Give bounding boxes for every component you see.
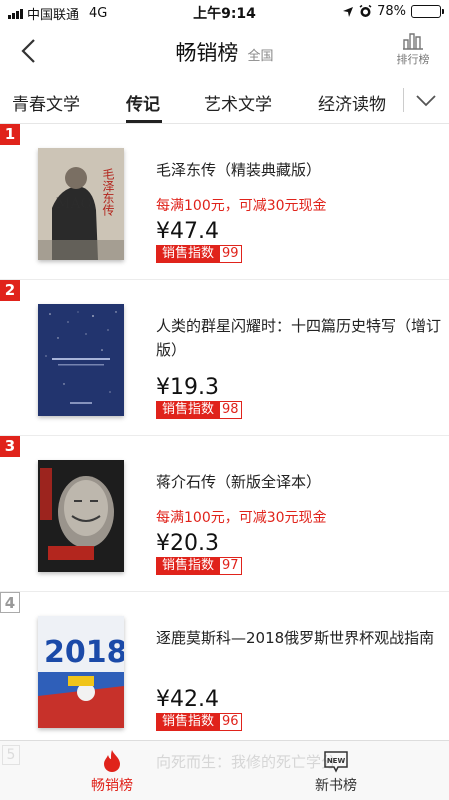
sales-index-label: 销售指数 bbox=[156, 557, 221, 575]
price: ¥20.3 bbox=[156, 531, 219, 556]
rank-badge: 1 bbox=[0, 124, 20, 145]
book-cover[interactable] bbox=[38, 460, 124, 572]
sales-index-value: 97 bbox=[220, 557, 242, 575]
tab-art-literature[interactable]: 艺术文学 bbox=[204, 90, 272, 115]
book-title[interactable]: 人类的群星闪耀时：十四篇历史特写（增订版） bbox=[156, 314, 441, 362]
list-item[interactable]: 4 2018 逐鹿莫斯科—2018俄罗斯世界杯观战指南 ¥42.4 销售指数 9… bbox=[0, 592, 449, 748]
alarm-icon bbox=[359, 5, 372, 17]
list-item[interactable]: 2 人类的群星闪耀时：十四篇历史特写（增订版） ¥19.3 销售指数 98 bbox=[0, 280, 449, 436]
rank-badge: 4 bbox=[0, 592, 20, 613]
ranking-button[interactable]: 排行榜 bbox=[391, 32, 435, 67]
sales-index-value: 96 bbox=[220, 713, 242, 731]
chevron-down-icon[interactable] bbox=[414, 90, 438, 110]
sales-index-label: 销售指数 bbox=[156, 401, 221, 419]
price: ¥19.3 bbox=[156, 375, 219, 400]
new-badge-text: NEW bbox=[327, 757, 346, 765]
price: ¥42.4 bbox=[156, 687, 219, 712]
location-icon bbox=[343, 6, 354, 17]
sales-index-label: 销售指数 bbox=[156, 713, 221, 731]
book-cover[interactable]: MAO 毛泽东传 bbox=[38, 148, 124, 260]
region-label[interactable]: 全国 bbox=[248, 49, 274, 64]
rank-badge: 3 bbox=[0, 436, 20, 457]
book-title[interactable]: 毛泽东传（精装典藏版） bbox=[156, 158, 441, 182]
book-cover[interactable] bbox=[38, 304, 124, 416]
ranking-label: 排行榜 bbox=[396, 53, 430, 66]
bar-chart-icon bbox=[403, 33, 423, 50]
page-title-text: 畅销榜 bbox=[175, 41, 239, 65]
book-cover[interactable]: 2018 bbox=[38, 616, 124, 728]
list-item[interactable]: 1 MAO 毛泽东传 毛泽东传（精装典藏版） 每满100元，可减30元现金 ¥4… bbox=[0, 124, 449, 280]
rank-badge: 5 bbox=[2, 745, 20, 765]
sales-index-value: 99 bbox=[220, 245, 242, 263]
sales-index: 销售指数 96 bbox=[156, 713, 242, 731]
book-title[interactable]: 逐鹿莫斯科—2018俄罗斯世界杯观战指南 bbox=[156, 626, 441, 650]
tab-bestseller[interactable]: 畅销榜 bbox=[62, 749, 162, 795]
tab-economics[interactable]: 经济读物 bbox=[318, 90, 386, 115]
cover-chars: 毛泽东传 bbox=[101, 168, 115, 216]
sales-index: 销售指数 97 bbox=[156, 557, 242, 575]
bottom-tab-bar: 5 向死而生：我修的死亡学分 畅销榜 NEW 新书榜 bbox=[0, 740, 449, 800]
cover-latin: MAO bbox=[56, 196, 92, 212]
rank-badge: 2 bbox=[0, 280, 20, 301]
new-badge-icon: NEW bbox=[324, 751, 348, 773]
tab-new-books-label: 新书榜 bbox=[315, 778, 357, 794]
sales-index-value: 98 bbox=[220, 401, 242, 419]
active-tab-indicator bbox=[126, 120, 162, 123]
promo-text: 每满100元，可减30元现金 bbox=[156, 510, 327, 526]
tab-bestseller-label: 畅销榜 bbox=[91, 778, 133, 794]
tab-new-books[interactable]: NEW 新书榜 bbox=[286, 749, 386, 795]
nav-bar: 畅销榜 全国 排行榜 bbox=[0, 24, 449, 78]
cover-year: 2018 bbox=[44, 635, 124, 670]
category-tabs: 青春文学 传记 艺术文学 经济读物 bbox=[0, 78, 449, 124]
page-title: 畅销榜 全国 bbox=[0, 37, 449, 67]
book-title[interactable]: 蒋介石传（新版全译本） bbox=[156, 470, 441, 494]
list-item[interactable]: 3 蒋介石传（新版全译本） 每满100元，可减30元现金 ¥20.3 销售指数 … bbox=[0, 436, 449, 592]
tab-biography[interactable]: 传记 bbox=[126, 90, 160, 115]
status-bar: 中国联通 4G 上午9:14 78% bbox=[0, 0, 449, 24]
sales-index-label: 销售指数 bbox=[156, 245, 221, 263]
battery-icon bbox=[411, 5, 444, 18]
price: ¥47.4 bbox=[156, 219, 219, 244]
sales-index: 销售指数 99 bbox=[156, 245, 242, 263]
promo-text: 每满100元，可减30元现金 bbox=[156, 198, 327, 214]
tab-divider bbox=[403, 88, 404, 112]
battery-label: 78% bbox=[377, 4, 406, 19]
flame-icon bbox=[104, 750, 120, 772]
tab-youth-literature[interactable]: 青春文学 bbox=[12, 90, 80, 115]
sales-index: 销售指数 98 bbox=[156, 401, 242, 419]
book-list: 1 MAO 毛泽东传 毛泽东传（精装典藏版） 每满100元，可减30元现金 ¥4… bbox=[0, 124, 449, 748]
